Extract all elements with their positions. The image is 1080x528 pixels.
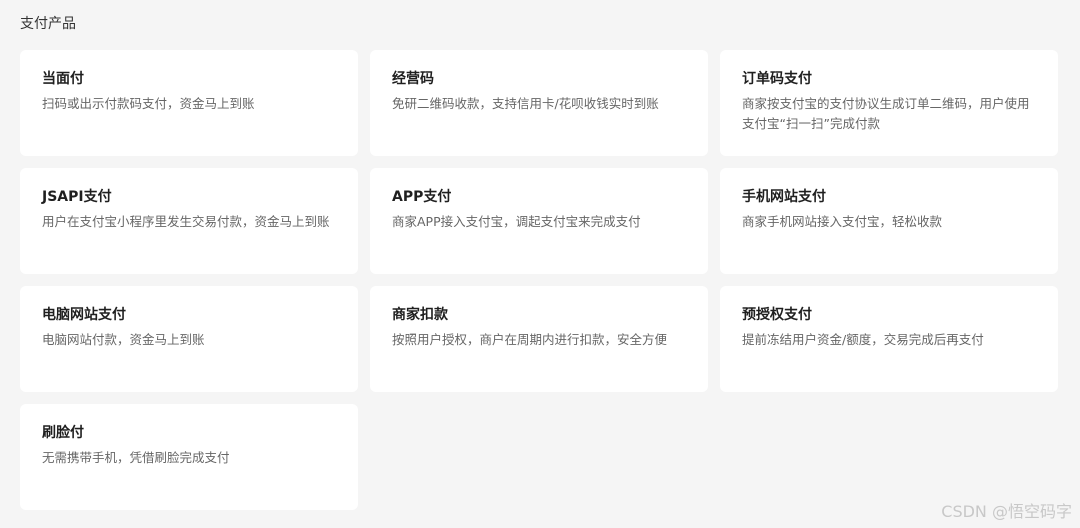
- product-description: 无需携带手机，凭借刷脸完成支付: [42, 450, 230, 465]
- product-title: 电脑网站支付: [42, 307, 126, 323]
- product-title: 经营码: [392, 71, 434, 87]
- product-card-jingyingma[interactable]: 经营码 免研二维码收款，支持信用卡/花呗收钱实时到账: [370, 50, 708, 156]
- product-grid: 当面付 扫码或出示付款码支付，资金马上到账 经营码 免研二维码收款，支持信用卡/…: [20, 50, 1058, 510]
- product-card-merchant-deduction[interactable]: 商家扣款 按照用户授权，商户在周期内进行扣款，安全方便: [370, 286, 708, 392]
- product-title: 当面付: [42, 71, 84, 87]
- product-card-pc-web-pay[interactable]: 电脑网站支付 电脑网站付款，资金马上到账: [20, 286, 358, 392]
- product-title: 刷脸付: [42, 425, 84, 441]
- product-card-app-pay[interactable]: APP支付 商家APP接入支付宝，调起支付宝来完成支付: [370, 168, 708, 274]
- product-description: 商家按支付宝的支付协议生成订单二维码，用户使用支付宝“扫一扫”完成付款: [742, 96, 1030, 131]
- product-card-jsapi-pay[interactable]: JSAPI支付 用户在支付宝小程序里发生交易付款，资金马上到账: [20, 168, 358, 274]
- product-description: 按照用户授权，商户在周期内进行扣款，安全方便: [392, 332, 668, 347]
- product-card-dangmianfu[interactable]: 当面付 扫码或出示付款码支付，资金马上到账: [20, 50, 358, 156]
- product-card-face-pay[interactable]: 刷脸付 无需携带手机，凭借刷脸完成支付: [20, 404, 358, 510]
- product-title: APP支付: [392, 189, 452, 205]
- product-description: 用户在支付宝小程序里发生交易付款，资金马上到账: [42, 214, 330, 229]
- section-title: 支付产品: [20, 16, 76, 32]
- product-card-mobile-web-pay[interactable]: 手机网站支付 商家手机网站接入支付宝，轻松收款: [720, 168, 1058, 274]
- watermark: CSDN @悟空码字: [941, 502, 1072, 521]
- product-description: 免研二维码收款，支持信用卡/花呗收钱实时到账: [392, 96, 659, 111]
- product-description: 商家APP接入支付宝，调起支付宝来完成支付: [392, 214, 641, 229]
- product-title: JSAPI支付: [42, 189, 112, 205]
- product-description: 扫码或出示付款码支付，资金马上到账: [42, 96, 255, 111]
- product-description: 电脑网站付款，资金马上到账: [42, 332, 205, 347]
- product-card-pre-authorization-pay[interactable]: 预授权支付 提前冻结用户资金/额度，交易完成后再支付: [720, 286, 1058, 392]
- product-title: 订单码支付: [742, 71, 812, 87]
- product-title: 商家扣款: [392, 307, 448, 323]
- product-description: 商家手机网站接入支付宝，轻松收款: [742, 214, 943, 229]
- product-card-order-code-pay[interactable]: 订单码支付 商家按支付宝的支付协议生成订单二维码，用户使用支付宝“扫一扫”完成付…: [720, 50, 1058, 156]
- product-title: 手机网站支付: [742, 189, 826, 205]
- product-description: 提前冻结用户资金/额度，交易完成后再支付: [742, 332, 984, 347]
- product-title: 预授权支付: [742, 307, 812, 323]
